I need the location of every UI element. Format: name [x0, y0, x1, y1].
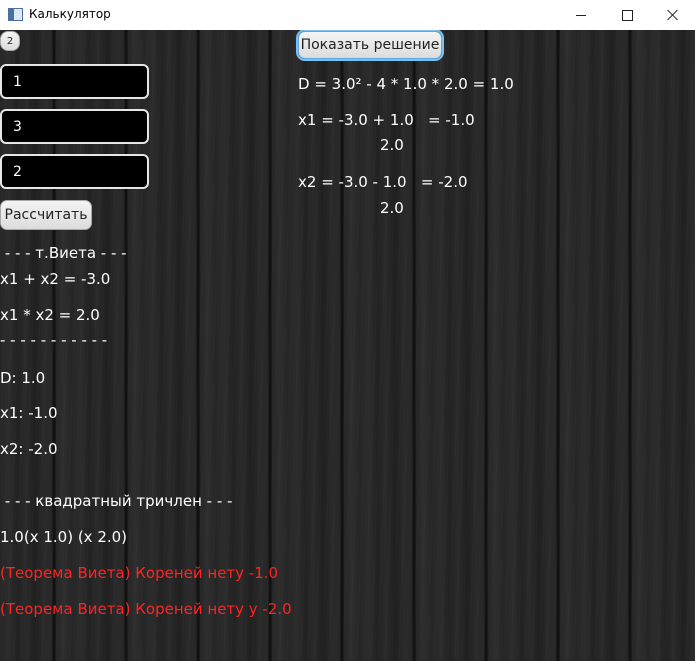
content-area: 2 1 3 2 Рассчитать - - - т.Виета - - - x…	[0, 30, 695, 661]
divider-line: - - - - - - - - - - -	[0, 331, 108, 349]
coefficient-a-input[interactable]: 1	[0, 64, 149, 99]
show-solution-button[interactable]: Показать решение	[298, 31, 442, 59]
discriminant-formula: D = 3.0² - 4 * 1.0 * 2.0 = 1.0	[298, 75, 514, 93]
title-bar: Калькулятор	[0, 0, 695, 30]
window-title: Калькулятор	[29, 7, 111, 21]
counter-button[interactable]: 2	[0, 31, 20, 51]
vieta-header: - - - т.Виета - - -	[0, 244, 127, 262]
discriminant-result: D: 1.0	[0, 369, 46, 387]
minimize-button[interactable]	[558, 0, 604, 30]
maximize-button[interactable]	[604, 0, 650, 30]
minimize-icon	[576, 14, 586, 16]
vieta-product: x1 * x2 = 2.0	[0, 306, 100, 324]
calculate-button[interactable]: Рассчитать	[0, 200, 92, 230]
trinomial-result: 1.0(x 1.0) (x 2.0)	[0, 528, 128, 546]
coefficient-c-input[interactable]: 2	[0, 154, 149, 189]
trinomial-header: - - - квадратный тричлен - - -	[0, 492, 233, 510]
vieta-error-y: (Теорема Виета) Кореней нету y -2.0	[0, 600, 292, 618]
vieta-error-x: (Теорема Виета) Кореней нету -1.0	[0, 564, 279, 582]
calculator-window: Калькулятор 2 1 3 2 Рассчитать - - - т.В…	[0, 0, 695, 661]
close-button[interactable]	[650, 0, 695, 30]
x1-formula-numerator: x1 = -3.0 + 1.0 = -1.0	[298, 111, 475, 129]
x2-formula-denominator: 2.0	[380, 199, 404, 217]
root2-result: x2: -2.0	[0, 440, 58, 458]
x2-formula-numerator: x2 = -3.0 - 1.0 = -2.0	[298, 173, 468, 191]
app-icon	[8, 8, 23, 21]
x1-formula-denominator: 2.0	[380, 136, 404, 154]
coefficient-b-input[interactable]: 3	[0, 109, 149, 144]
root1-result: x1: -1.0	[0, 404, 58, 422]
close-icon	[667, 9, 679, 21]
maximize-icon	[621, 9, 633, 21]
vieta-sum: x1 + x2 = -3.0	[0, 270, 111, 288]
